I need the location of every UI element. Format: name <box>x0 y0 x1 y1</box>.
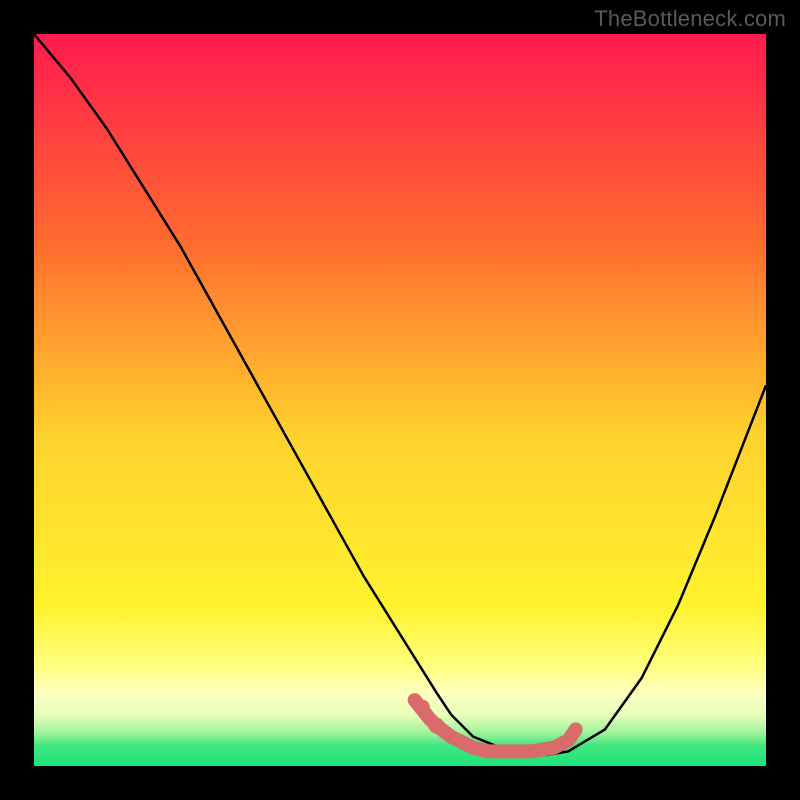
watermark-label: TheBottleneck.com <box>594 6 786 32</box>
chart-frame: TheBottleneck.com <box>0 0 800 800</box>
plot-area <box>34 34 766 766</box>
marker-0 <box>414 699 430 715</box>
bottleneck-chart <box>34 34 766 766</box>
marker-1 <box>429 718 445 734</box>
gradient-background <box>34 34 766 766</box>
